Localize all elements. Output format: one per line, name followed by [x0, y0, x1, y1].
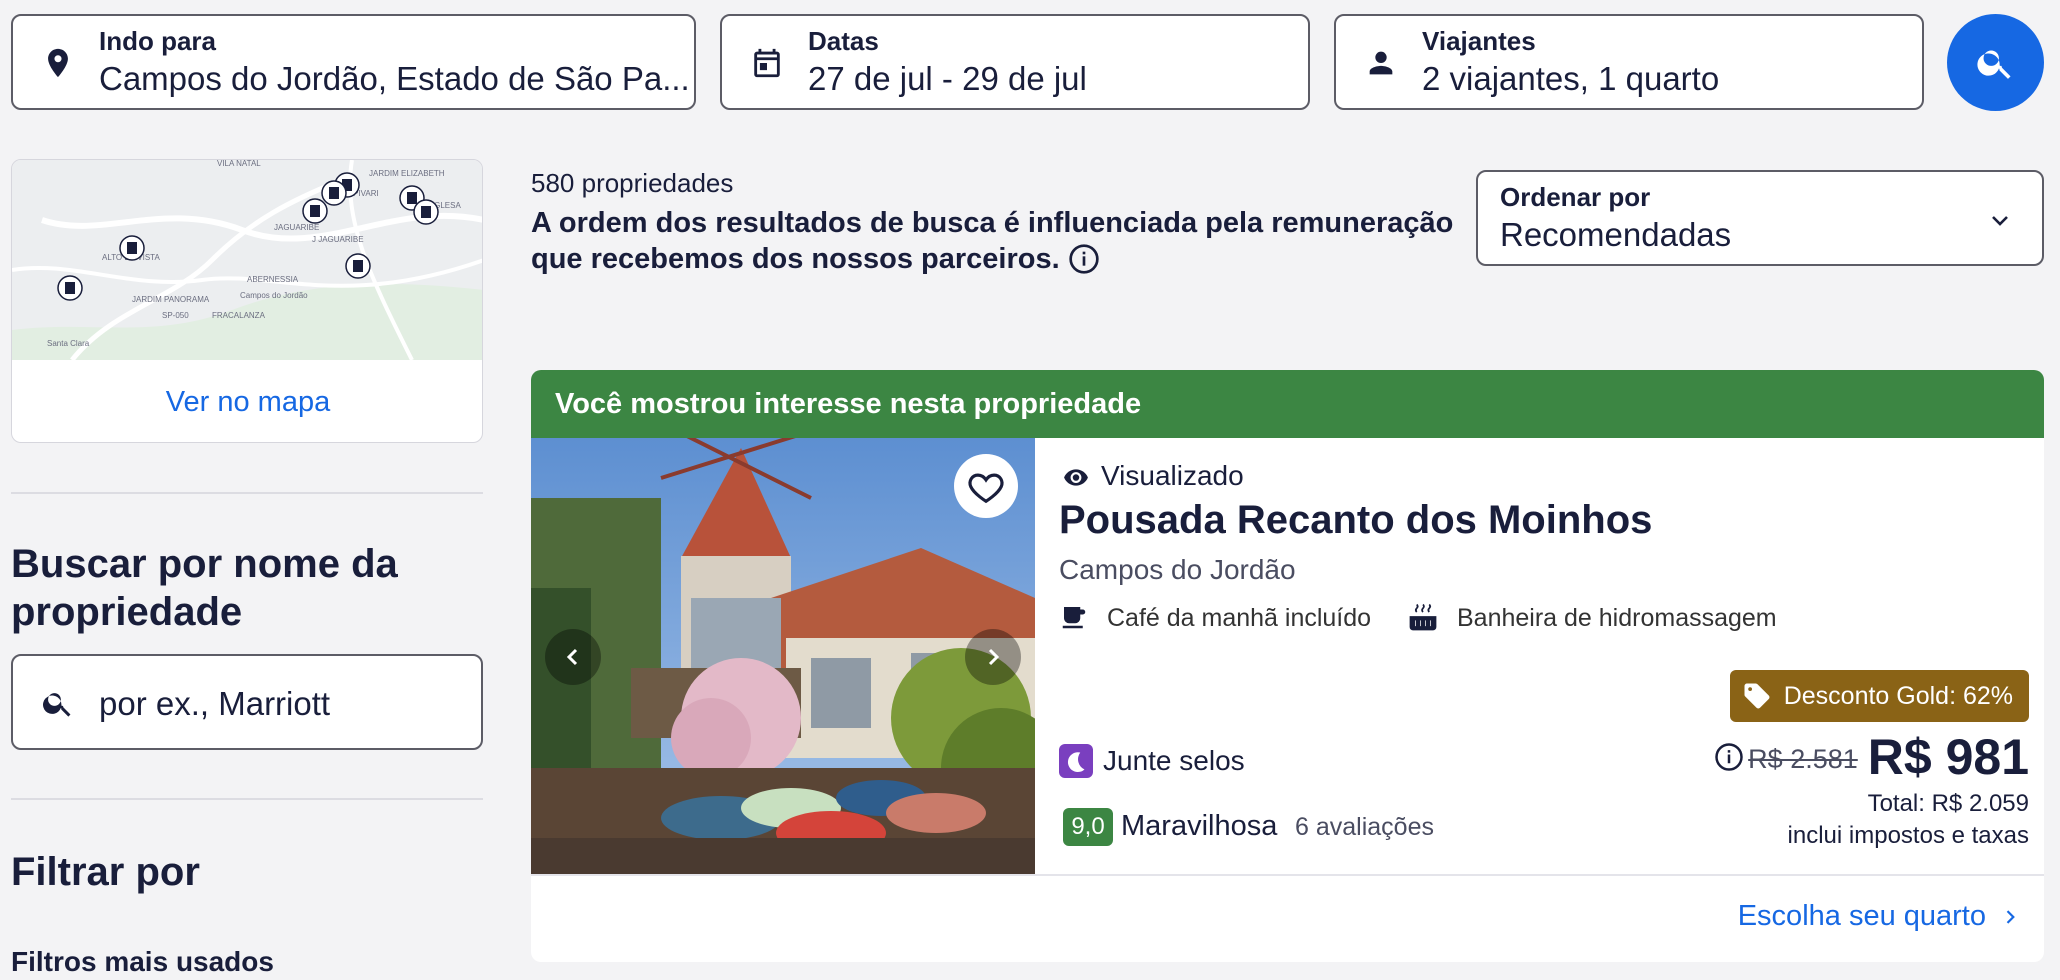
- current-price: R$ 981: [1867, 729, 2029, 785]
- destination-field[interactable]: Indo para Campos do Jordão, Estado de Sã…: [11, 14, 696, 110]
- rating-word: Maravilhosa: [1121, 810, 1278, 842]
- map-place-label: JAGUARIBE: [274, 223, 319, 232]
- favorite-button[interactable]: [954, 454, 1018, 518]
- discount-badge: Desconto Gold: 62%: [1729, 670, 2029, 722]
- original-price: R$ 2.581: [1748, 744, 1858, 774]
- map-place-label: VILA NATAL: [217, 160, 261, 168]
- popular-filters-heading: Filtros mais usados: [11, 946, 274, 977]
- chevron-left-icon: [566, 648, 578, 666]
- taxes-note: inclui impostos e taxas: [1787, 822, 2029, 849]
- moon-icon: [1059, 744, 1093, 778]
- sidebar-divider: [11, 798, 483, 800]
- travelers-label: Viajantes: [1422, 26, 1536, 56]
- travelers-value: 2 viajantes, 1 quarto: [1422, 60, 1720, 97]
- map-place-label: SP-050: [162, 311, 189, 320]
- map-card[interactable]: VILA NATAL JARDIM ELIZABETH CAPIVARI VIL…: [11, 159, 483, 443]
- rating-score-badge: 9,0: [1063, 808, 1113, 846]
- hot-tub-icon: [1409, 603, 1437, 631]
- chevron-right-icon: [988, 648, 1000, 666]
- ranking-disclaimer: A ordem dos resultados de busca é influe…: [531, 205, 1461, 277]
- property-card[interactable]: Você mostrou interesse nesta propriedade: [531, 370, 2044, 962]
- interest-banner: Você mostrou interesse nesta propriedade: [531, 370, 2044, 438]
- property-name[interactable]: Pousada Recanto dos Moinhos: [1059, 498, 1652, 543]
- chevron-down-icon: [1992, 216, 2008, 226]
- search-icon: [43, 693, 71, 717]
- filter-title: Filtrar por: [11, 850, 200, 894]
- info-icon[interactable]: [1068, 243, 1100, 275]
- choose-room-link[interactable]: Escolha seu quarto: [1738, 900, 2020, 933]
- total-price: Total: R$ 2.059: [1867, 790, 2029, 817]
- stamps-label: Junte selos: [1103, 745, 1245, 776]
- map-place-label: Santa Clara: [47, 339, 90, 348]
- destination-value: Campos do Jordão, Estado de São Pa...: [99, 60, 690, 97]
- previous-photo-button[interactable]: [545, 629, 601, 685]
- map-place-label: Campos do Jordão: [240, 291, 308, 300]
- sort-value: Recomendadas: [1500, 216, 1732, 253]
- dates-field[interactable]: Datas 27 de jul - 29 de jul: [720, 14, 1310, 110]
- chevron-right-icon: [2006, 910, 2015, 924]
- amenity-hot-tub: Banheira de hidromassagem: [1407, 602, 1777, 633]
- dates-label: Datas: [808, 26, 879, 56]
- map-thumbnail[interactable]: VILA NATAL JARDIM ELIZABETH CAPIVARI VIL…: [12, 160, 483, 360]
- property-count: 580 propriedades: [531, 168, 734, 198]
- next-photo-button[interactable]: [965, 629, 1021, 685]
- view-on-map-link[interactable]: Ver no mapa: [12, 360, 482, 442]
- calendar-icon: [754, 48, 780, 78]
- search-button[interactable]: [1947, 14, 2044, 111]
- property-location: Campos do Jordão: [1059, 554, 1296, 585]
- property-name-input[interactable]: [99, 682, 459, 726]
- viewed-label: Visualizado: [1101, 460, 1244, 491]
- dates-value: 27 de jul - 29 de jul: [808, 60, 1087, 97]
- map-place-label: JARDIM ELIZABETH: [369, 169, 445, 178]
- property-name-field[interactable]: [11, 654, 483, 750]
- eye-icon: [1064, 469, 1088, 486]
- destination-label: Indo para: [99, 26, 217, 56]
- info-icon[interactable]: [1714, 742, 1744, 772]
- search-icon: [1977, 50, 2011, 79]
- review-count[interactable]: 6 avaliações: [1295, 813, 1434, 842]
- map-place-label: JARDIM PANORAMA: [132, 295, 210, 304]
- amenity-label: Banheira de hidromassagem: [1457, 604, 1777, 632]
- discount-label: Desconto Gold: 62%: [1783, 682, 2013, 710]
- map-place-label: ABERNESSIA: [247, 275, 299, 284]
- sort-dropdown[interactable]: Ordenar por Recomendadas: [1476, 170, 2044, 266]
- amenity-label: Café da manhã incluído: [1107, 604, 1372, 632]
- travelers-field[interactable]: Viajantes 2 viajantes, 1 quarto: [1334, 14, 1924, 110]
- collect-stamps: Junte selos: [1059, 744, 1245, 778]
- card-divider: [531, 874, 2044, 876]
- heart-icon: [968, 473, 1004, 504]
- coffee-cup-icon: [1062, 607, 1086, 629]
- person-icon: [1369, 51, 1393, 75]
- viewed-indicator: Visualizado: [1059, 460, 1244, 492]
- location-pin-icon: [48, 48, 68, 78]
- search-by-name-title: Buscar por nome da propriedade: [11, 542, 398, 634]
- sort-label: Ordenar por: [1500, 182, 1651, 212]
- disclaimer-text: A ordem dos resultados de busca é influe…: [531, 207, 1454, 275]
- price-row: R$ 2.581 R$ 981: [1714, 728, 2029, 786]
- map-place-label: J JAGUARIBE: [312, 235, 364, 244]
- map-place-label: FRACALANZA: [212, 311, 266, 320]
- sidebar-divider: [11, 492, 483, 494]
- amenity-breakfast: Café da manhã incluído: [1059, 602, 1371, 633]
- photo-gallery[interactable]: [531, 438, 1035, 874]
- property-details: Visualizado Pousada Recanto dos Moinhos …: [1059, 438, 2029, 874]
- tag-icon: [1744, 683, 1770, 709]
- choose-room-label: Escolha seu quarto: [1737, 900, 1986, 932]
